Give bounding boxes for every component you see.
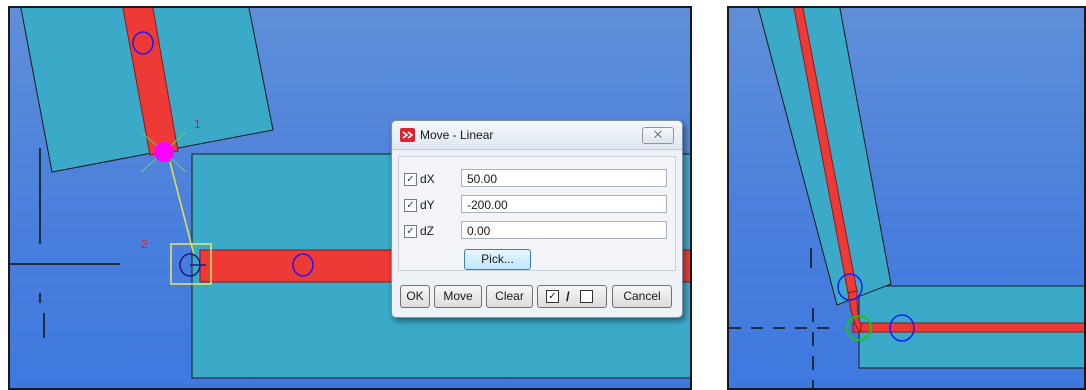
toggle-separator: / — [566, 289, 570, 304]
ok-button[interactable]: OK — [400, 285, 430, 308]
dialog-body: ✓ dX 50.00 ✓ dY -200.00 ✓ dZ 0.00 Pick..… — [398, 156, 676, 271]
dz-checkbox[interactable]: ✓ — [404, 225, 417, 238]
dx-checkbox[interactable]: ✓ — [404, 173, 417, 186]
marker-label-2: 2 — [141, 237, 148, 251]
dx-input[interactable]: 50.00 — [461, 169, 667, 187]
toggle-all-button[interactable]: ✓ / — [537, 285, 607, 308]
dialog-button-row: OK Move Clear ✓ / Cancel — [398, 285, 676, 308]
clear-button[interactable]: Clear — [486, 285, 533, 308]
pick-button[interactable]: Pick... — [464, 249, 531, 270]
dz-input[interactable]: 0.00 — [461, 221, 667, 239]
dy-label: dY — [420, 198, 435, 212]
scene-right[interactable] — [729, 8, 1084, 388]
checked-box-icon: ✓ — [546, 290, 559, 303]
viewport-right[interactable] — [727, 6, 1086, 390]
dy-input[interactable]: -200.00 — [461, 195, 667, 213]
move-linear-dialog: Move - Linear ⨉ ✓ dX 50.00 ✓ dY -200.00 … — [391, 120, 683, 318]
connector-line — [169, 161, 195, 256]
horizontal-pipe-right — [852, 322, 1084, 333]
app-icon — [400, 128, 415, 142]
close-icon[interactable]: ⨉ — [642, 127, 674, 144]
cancel-button[interactable]: Cancel — [612, 285, 672, 308]
marker-label-1: 1 — [194, 117, 201, 131]
move-button[interactable]: Move — [434, 285, 482, 308]
dz-label: dZ — [420, 224, 435, 238]
dialog-titlebar[interactable]: Move - Linear ⨉ — [392, 121, 682, 150]
unchecked-box-icon — [580, 290, 593, 303]
dx-label: dX — [420, 172, 435, 186]
dy-checkbox[interactable]: ✓ — [404, 199, 417, 212]
dialog-title: Move - Linear — [420, 128, 494, 142]
